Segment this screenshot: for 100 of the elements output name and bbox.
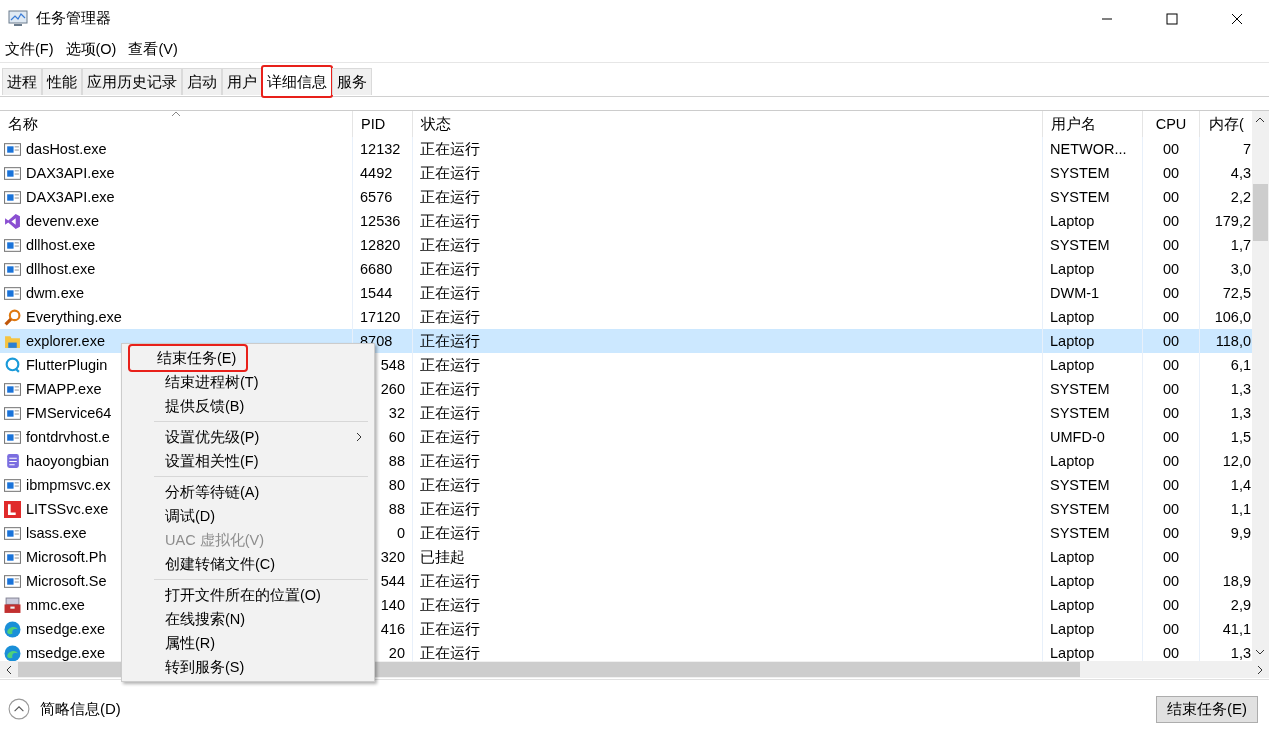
memory-usage: 179,2: [1214, 213, 1251, 229]
table-row[interactable]: DAX3API.exe 4492 正在运行 SYSTEM 00 4,3: [0, 161, 1252, 185]
column-header[interactable]: 名称: [0, 111, 353, 137]
status: 正在运行: [420, 381, 480, 397]
cpu-usage: 00: [1162, 573, 1180, 589]
end-task-button[interactable]: 结束任务(E): [1156, 695, 1258, 723]
app-window-icon: [4, 164, 21, 182]
column-header[interactable]: 用户名: [1043, 111, 1143, 137]
collapse-icon: [8, 698, 30, 720]
tab[interactable]: 详细信息: [262, 66, 332, 97]
user-name: UMFD-0: [1050, 429, 1105, 445]
pid: 60: [388, 429, 405, 445]
table-row[interactable]: DAX3API.exe 6576 正在运行 SYSTEM 00 2,2: [0, 185, 1252, 209]
toolbox-icon: [4, 596, 21, 614]
pid: 12820: [360, 237, 401, 253]
menu-item[interactable]: 调试(D): [130, 504, 368, 528]
status: 正在运行: [420, 525, 480, 541]
table-row[interactable]: devenv.exe 12536 正在运行 Laptop 00 179,2: [0, 209, 1252, 233]
menu-item[interactable]: 分析等待链(A): [130, 480, 368, 504]
menu-item[interactable]: 打开文件所在的位置(O): [130, 583, 368, 607]
menu-item[interactable]: 提供反馈(B): [130, 394, 368, 418]
maximize-icon[interactable]: [1166, 12, 1178, 25]
scroll-up-icon[interactable]: [1255, 117, 1265, 123]
scroll-down-icon[interactable]: [1255, 649, 1265, 655]
tab[interactable]: 进程: [2, 68, 42, 95]
scrollbar-thumb[interactable]: [1253, 184, 1268, 241]
status: 正在运行: [420, 189, 480, 205]
pid: 20: [388, 645, 405, 661]
scroll-left-icon[interactable]: [6, 664, 12, 675]
user-name: DWM-1: [1050, 285, 1100, 301]
cpu-usage: 00: [1162, 477, 1180, 493]
user-name: Laptop: [1050, 645, 1095, 661]
scroll-right-icon[interactable]: [1257, 664, 1263, 675]
status: 正在运行: [420, 309, 480, 325]
infinity-logo-icon: [4, 212, 21, 230]
tab[interactable]: 启动: [182, 68, 222, 95]
pid: 12536: [360, 213, 401, 229]
user-name: Laptop: [1050, 453, 1095, 469]
table-row[interactable]: dllhost.exe 12820 正在运行 SYSTEM 00 1,7: [0, 233, 1252, 257]
cpu-usage: 00: [1162, 549, 1180, 565]
pid: 4492: [360, 165, 393, 181]
memory-usage: 1,7: [1230, 237, 1251, 253]
window-title: 任务管理器: [36, 9, 111, 28]
process-name: dllhost.exe: [26, 260, 96, 279]
menu-item[interactable]: 结束进程树(T): [130, 370, 368, 394]
menu-item[interactable]: 查看(V): [128, 40, 178, 59]
close-icon[interactable]: [1231, 12, 1243, 25]
menu-item[interactable]: 属性(R): [130, 631, 368, 655]
table-row[interactable]: dwm.exe 1544 正在运行 DWM-1 00 72,5: [0, 281, 1252, 305]
tab[interactable]: 应用历史记录: [82, 68, 182, 95]
memory-usage: 6,1: [1230, 357, 1251, 373]
status: 正在运行: [420, 597, 480, 613]
table-row[interactable]: dllhost.exe 6680 正在运行 Laptop 00 3,0: [0, 257, 1252, 281]
magnifier-icon: [4, 308, 21, 326]
pid: 544: [380, 573, 405, 589]
app-window-icon: [4, 284, 21, 302]
cpu-usage: 00: [1162, 237, 1180, 253]
status: 正在运行: [420, 501, 480, 517]
pid: 416: [380, 621, 405, 637]
status: 正在运行: [420, 285, 480, 301]
status: 正在运行: [420, 405, 480, 421]
user-name: Laptop: [1050, 213, 1095, 229]
pid: 17120: [360, 309, 401, 325]
column-header[interactable]: CPU: [1143, 111, 1200, 137]
menu-item[interactable]: 创建转储文件(C): [130, 552, 368, 576]
status: 正在运行: [420, 645, 480, 661]
user-name: Laptop: [1050, 621, 1095, 637]
column-header[interactable]: 内存(: [1200, 111, 1252, 137]
column-header[interactable]: 状态: [413, 111, 1043, 137]
menu-item[interactable]: 设置相关性(F): [130, 449, 368, 473]
status: 正在运行: [420, 141, 480, 157]
menu-item[interactable]: 在线搜索(N): [130, 607, 368, 631]
process-name: haoyongbian: [26, 452, 110, 471]
pid: 88: [388, 501, 405, 517]
table-row[interactable]: dasHost.exe 12132 正在运行 NETWOR... 00 7: [0, 137, 1252, 161]
menu-item[interactable]: 文件(F): [5, 40, 54, 59]
memory-usage: 4,3: [1230, 165, 1251, 181]
memory-usage: 1,3: [1230, 645, 1251, 661]
cpu-usage: 00: [1162, 405, 1180, 421]
details-toggle[interactable]: 简略信息(D): [8, 698, 121, 720]
menu-item[interactable]: 选项(O): [65, 40, 117, 59]
user-name: Laptop: [1050, 597, 1095, 613]
process-name: ibmpmsvc.ex: [26, 476, 111, 495]
column-header[interactable]: PID: [353, 111, 413, 137]
wave-logo-icon: [4, 620, 21, 638]
menu-item[interactable]: 转到服务(S): [130, 655, 368, 679]
process-name: dasHost.exe: [26, 140, 107, 159]
user-name: SYSTEM: [1050, 237, 1110, 253]
menu-item[interactable]: 设置优先级(P): [130, 425, 368, 449]
vertical-scrollbar[interactable]: [1252, 111, 1269, 661]
tab[interactable]: 用户: [222, 68, 262, 95]
cpu-usage: 00: [1162, 285, 1180, 301]
user-name: SYSTEM: [1050, 501, 1110, 517]
tab[interactable]: 性能: [42, 68, 82, 95]
process-name: LITSSvc.exe: [26, 500, 109, 519]
process-name: DAX3API.exe: [26, 188, 115, 207]
tab[interactable]: 服务: [332, 68, 372, 95]
cpu-usage: 00: [1162, 597, 1180, 613]
app-window-icon: [4, 548, 21, 566]
chat-bubble-icon: [4, 356, 21, 374]
